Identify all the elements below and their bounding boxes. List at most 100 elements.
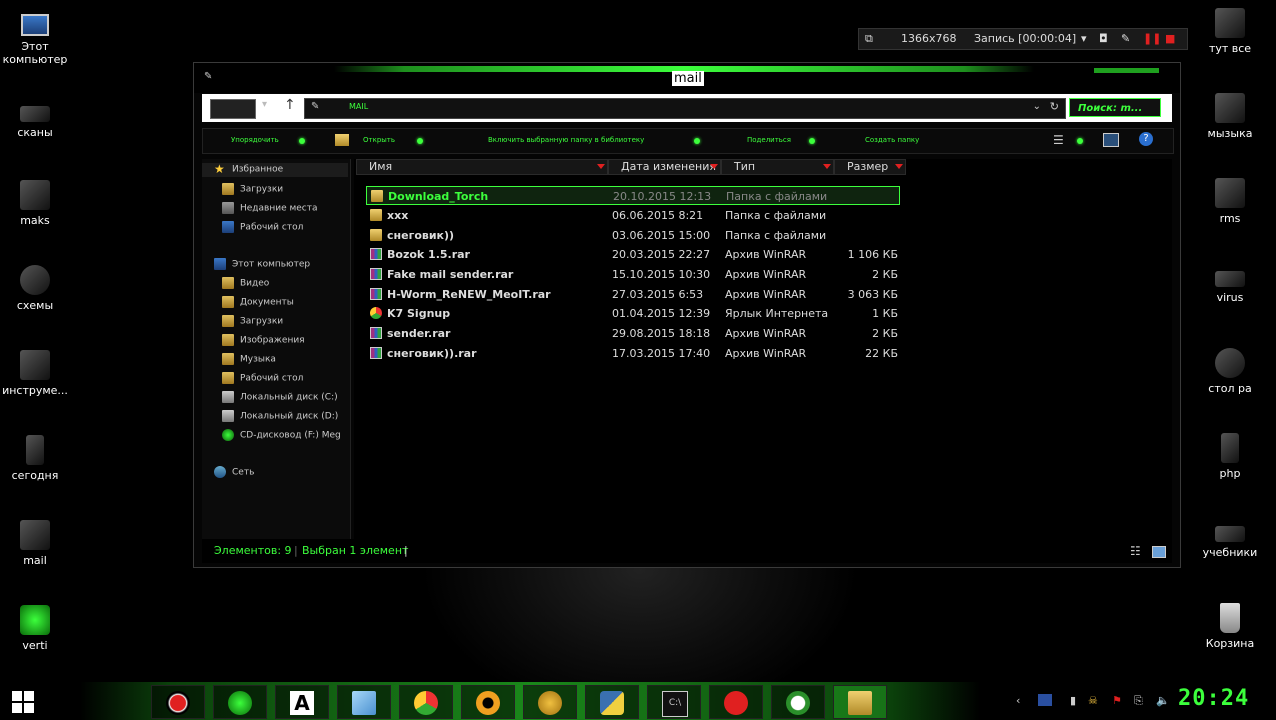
skull-icon[interactable]: ☠	[1088, 694, 1098, 707]
nav-item-cd-drive[interactable]: CD-дисковод (F:) Meg	[222, 429, 341, 441]
nav-network[interactable]: Сеть	[214, 466, 254, 478]
nav-item-drive-d[interactable]: Локальный диск (D:)	[222, 410, 338, 422]
file-row[interactable]: снеговик)).rar 17.03.2015 17:40 Архив Wi…	[366, 344, 900, 363]
file-row[interactable]: Download_Torch 20.10.2015 12:13 Папка с …	[366, 186, 900, 205]
file-row[interactable]: K7 Signup 01.04.2015 12:39 Ярлык Интерне…	[366, 304, 900, 323]
nav-item-desktop-pc[interactable]: Рабочий стол	[222, 372, 303, 384]
organize-dropdown-icon[interactable]	[299, 138, 305, 144]
tray-expand-icon[interactable]: ‹	[1016, 694, 1020, 707]
desktop-icon-virus[interactable]: virus	[1195, 263, 1265, 304]
nav-item-downloads-pc[interactable]: Загрузки	[222, 315, 283, 327]
nav-item-recent-places[interactable]: Недавние места	[222, 202, 318, 214]
share-button[interactable]: Поделиться	[747, 136, 791, 144]
desktop-icon-all-here[interactable]: тут все	[1195, 8, 1265, 55]
taskbar-app-recorder[interactable]	[151, 685, 205, 719]
window-controls[interactable]	[1094, 68, 1159, 73]
file-row[interactable]: Fake mail sender.rar 15.10.2015 10:30 Ар…	[366, 265, 900, 284]
help-icon[interactable]: ?	[1139, 132, 1153, 146]
nav-item-drive-c[interactable]: Локальный диск (C:)	[222, 391, 338, 403]
column-header-date[interactable]: Дата изменения	[608, 159, 721, 175]
open-dropdown-icon[interactable]	[417, 138, 423, 144]
sort-arrow-icon[interactable]	[823, 164, 831, 169]
refresh-icon[interactable]: ↻	[1050, 100, 1059, 113]
desktop-icon-php[interactable]: php	[1195, 433, 1265, 480]
desktop-icon-textbooks[interactable]: учебники	[1195, 518, 1265, 559]
file-row[interactable]: xxx 06.06.2015 8:21 Папка с файлами	[366, 206, 900, 225]
desktop-icon-tools[interactable]: инструме...	[0, 350, 70, 397]
network-tray-icon[interactable]: ⎘	[1134, 694, 1143, 708]
clock[interactable]: 20:24	[1178, 686, 1249, 711]
column-header-name[interactable]: Имя	[356, 159, 608, 175]
file-row[interactable]: снеговик)) 03.06.2015 15:00 Папка с файл…	[366, 226, 900, 245]
preview-pane-icon[interactable]	[1103, 133, 1119, 147]
nav-item-desktop[interactable]: Рабочий стол	[222, 221, 303, 233]
large-icons-view-icon[interactable]	[1152, 546, 1166, 558]
file-row[interactable]: Bozok 1.5.rar 20.03.2015 22:27 Архив Win…	[366, 245, 900, 264]
taskbar-app-pinterest[interactable]	[709, 685, 763, 719]
taskbar-app-explorer[interactable]	[833, 685, 887, 719]
pen-icon[interactable]: ✎	[1121, 32, 1130, 45]
nav-item-downloads[interactable]: Загрузки	[222, 183, 283, 195]
sort-arrow-icon[interactable]	[597, 164, 605, 169]
details-view-icon[interactable]: ☷	[1130, 544, 1141, 558]
search-input[interactable]: Поиск: m...	[1069, 98, 1161, 117]
include-library-button[interactable]: Включить выбранную папку в библиотеку	[488, 136, 644, 144]
stop-icon[interactable]: ■	[1165, 32, 1175, 45]
organize-button[interactable]: Упорядочить	[231, 136, 279, 144]
nav-item-documents[interactable]: Документы	[222, 296, 294, 308]
desktop-icon-rms[interactable]: rms	[1195, 178, 1265, 225]
address-field[interactable]: ✎ MAIL ⌄ ↻	[304, 98, 1066, 119]
nav-item-music[interactable]: Музыка	[222, 353, 276, 365]
desktop-icon-mail[interactable]: mail	[0, 520, 70, 567]
nav-favorites[interactable]: ★ Избранное	[202, 163, 348, 177]
desktop-icon-music[interactable]: мызыка	[1195, 93, 1265, 140]
taskbar-app-sun[interactable]	[523, 685, 577, 719]
taskbar-app-font[interactable]: A	[275, 685, 329, 719]
sort-arrow-icon[interactable]	[895, 164, 903, 169]
taskbar-app-terminal[interactable]: C:\	[647, 685, 701, 719]
file-row[interactable]: H-Worm_ReNEW_MeoIT.rar 27.03.2015 6:53 А…	[366, 285, 900, 304]
desktop-icon-recycle-bin[interactable]: Корзина	[1195, 603, 1265, 650]
taskbar-app-chrome[interactable]	[399, 685, 453, 719]
pause-icon[interactable]: ❚❚	[1143, 32, 1161, 45]
window-icon[interactable]: ✎	[204, 71, 212, 82]
battery-icon[interactable]: ▮	[1070, 694, 1076, 707]
desktop-icon-verti[interactable]: verti	[0, 605, 70, 652]
file-row[interactable]: sender.rar 29.08.2015 18:18 Архив WinRAR…	[366, 324, 900, 343]
start-button[interactable]	[12, 691, 34, 713]
new-folder-button[interactable]: Создать папку	[865, 136, 919, 144]
desktop-icon-today[interactable]: сегодня	[0, 435, 70, 482]
up-arrow-icon[interactable]: ↑	[284, 97, 296, 113]
column-header-size[interactable]: Размер	[834, 159, 906, 175]
dropdown-icon[interactable]: ▾	[1081, 32, 1087, 45]
nav-item-videos[interactable]: Видео	[222, 277, 269, 289]
taskbar-app-aimp[interactable]	[461, 685, 515, 719]
open-button[interactable]: Открыть	[363, 136, 395, 144]
view-options-icon[interactable]: ☰	[1053, 133, 1064, 147]
desktop-icon-this-pc[interactable]: Этот компьютер	[0, 8, 70, 66]
taskbar-app-mail-agent[interactable]	[771, 685, 825, 719]
back-button[interactable]	[210, 99, 256, 119]
camera-icon[interactable]: ◘	[1099, 32, 1108, 45]
share-dropdown-icon[interactable]	[809, 138, 815, 144]
window-mode-icon[interactable]: ⧉	[865, 32, 873, 46]
media-icon[interactable]	[1038, 694, 1052, 706]
volume-icon[interactable]: 🔈	[1156, 694, 1170, 707]
desktop-icon-desk[interactable]: стол ра	[1195, 348, 1265, 395]
recent-dropdown-icon[interactable]: ▾	[262, 99, 267, 110]
taskbar-app-notepad[interactable]	[337, 685, 391, 719]
title-bar[interactable]: ✎ mail	[194, 63, 1180, 93]
view-dropdown-icon[interactable]	[1077, 138, 1083, 144]
nav-item-pictures[interactable]: Изображения	[222, 334, 305, 346]
desktop-icon-scans[interactable]: сканы	[0, 98, 70, 139]
address-dropdown-icon[interactable]: ⌄	[1033, 101, 1041, 112]
desktop-icon-maks[interactable]: maks	[0, 180, 70, 227]
nav-this-pc[interactable]: Этот компьютер	[214, 258, 310, 270]
taskbar-app-network[interactable]	[213, 685, 267, 719]
library-dropdown-icon[interactable]	[694, 138, 700, 144]
desktop-icon-schemes[interactable]: схемы	[0, 265, 70, 312]
sort-arrow-icon[interactable]	[710, 164, 718, 169]
flag-icon[interactable]: ⚑	[1112, 694, 1122, 707]
column-header-type[interactable]: Тип	[721, 159, 834, 175]
taskbar-app-python[interactable]	[585, 685, 639, 719]
